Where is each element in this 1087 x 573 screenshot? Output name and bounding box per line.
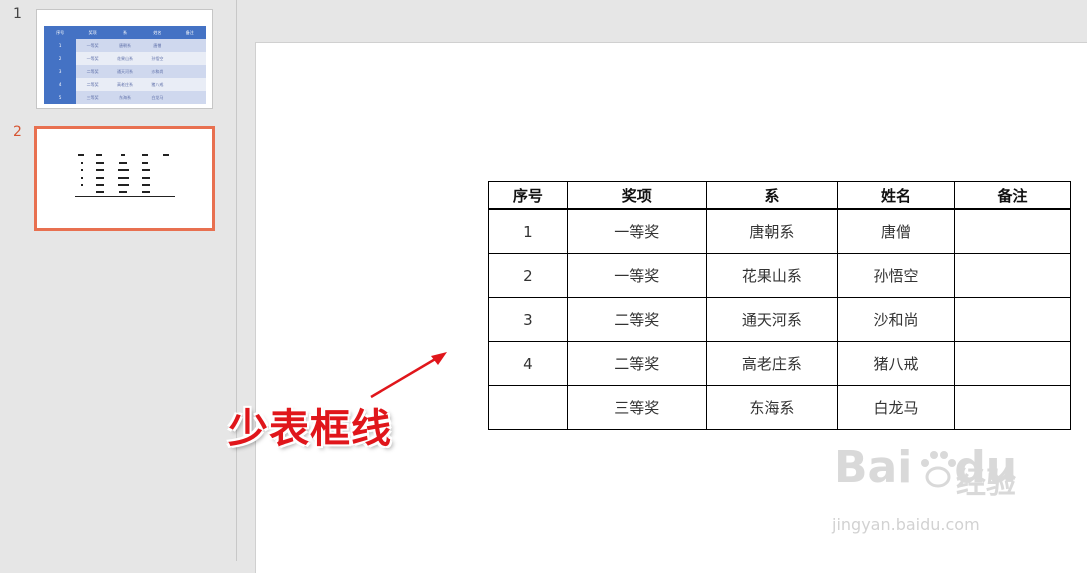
table-cell[interactable]: 2 xyxy=(488,253,568,298)
mini-cell xyxy=(173,52,206,65)
table-cell[interactable]: 花果山系 xyxy=(705,253,838,298)
mini-table: 序号 奖项 系 姓名 备注 1 一等奖 唐朝系 唐僧 2 一等奖 花果山系 孙悟… xyxy=(44,26,206,104)
table-cell[interactable]: 二等奖 xyxy=(566,297,707,342)
table-header-row: 序号 奖项 系 姓名 备注 xyxy=(488,181,1072,210)
slide-number-1: 1 xyxy=(13,6,22,22)
mini-cell: 三等奖 xyxy=(76,91,109,104)
mini-cell: 东海系 xyxy=(108,91,142,104)
table-cell[interactable]: 一等奖 xyxy=(566,253,707,298)
mini-header-cell: 姓名 xyxy=(141,26,174,39)
mini-cell: 3 xyxy=(44,65,77,78)
mini-cell: 沙和尚 xyxy=(141,65,174,78)
mini-cell: 二等奖 xyxy=(76,65,109,78)
table-cell[interactable]: 通天河系 xyxy=(705,297,838,342)
table-row: 3 二等奖 通天河系 沙和尚 xyxy=(488,297,1072,342)
mini-header-cell: 奖项 xyxy=(76,26,109,39)
mini-cell: 一等奖 xyxy=(76,52,109,65)
slide-number-2: 2 xyxy=(13,124,22,140)
annotation-label: 少表框线 xyxy=(228,406,392,452)
header-dept[interactable]: 系 xyxy=(705,181,838,210)
table-row: 三等奖 东海系 白龙马 xyxy=(488,385,1072,430)
mini-cell: 二等奖 xyxy=(76,78,109,91)
paw-icon xyxy=(921,451,956,488)
mini-header-cell: 备注 xyxy=(173,26,206,39)
mini-cell: 唐僧 xyxy=(141,39,174,52)
awards-table[interactable]: 序号 奖项 系 姓名 备注 1 一等奖 唐朝系 唐僧 2 一等奖 花果山系 孙悟… xyxy=(488,181,1072,430)
watermark-cn: 经验 xyxy=(956,466,1016,501)
mini-cell: 2 xyxy=(44,52,77,65)
mini-cell: 4 xyxy=(44,78,77,91)
mini-header-cell: 系 xyxy=(108,26,142,39)
mini-cell: 1 xyxy=(44,39,77,52)
mini-cell: 唐朝系 xyxy=(108,39,142,52)
table-row: 2 一等奖 花果山系 孙悟空 xyxy=(488,253,1072,298)
mini-cell: 猪八戒 xyxy=(141,78,174,91)
mini-cell xyxy=(173,39,206,52)
table-cell[interactable] xyxy=(488,385,568,430)
header-name[interactable]: 姓名 xyxy=(836,181,955,210)
mini-cell xyxy=(173,65,206,78)
table-cell[interactable]: 唐朝系 xyxy=(705,208,838,254)
table-cell[interactable]: 高老庄系 xyxy=(705,341,838,386)
table-cell[interactable]: 孙悟空 xyxy=(836,253,955,298)
mini-cell xyxy=(173,78,206,91)
table-row: 4 二等奖 高老庄系 猪八戒 xyxy=(488,341,1072,386)
mini-cell: 孙悟空 xyxy=(141,52,174,65)
table-cell[interactable]: 沙和尚 xyxy=(836,297,955,342)
mini-cell: 通天河系 xyxy=(108,65,142,78)
annotation-arrow-icon xyxy=(370,352,447,399)
table-cell[interactable]: 猪八戒 xyxy=(836,341,955,386)
watermark-url: jingyan.baidu.com xyxy=(832,515,980,534)
slide-thumbnail-1[interactable]: 序号 奖项 系 姓名 备注 1 一等奖 唐朝系 唐僧 2 一等奖 花果山系 孙悟… xyxy=(36,9,213,109)
mini-cell: 5 xyxy=(44,91,77,104)
table-cell[interactable]: 东海系 xyxy=(705,385,838,430)
mini-cell xyxy=(173,91,206,104)
table-cell[interactable]: 白龙马 xyxy=(836,385,955,430)
table-cell[interactable] xyxy=(953,253,1072,298)
table-cell[interactable] xyxy=(953,341,1072,386)
table-cell[interactable]: 3 xyxy=(488,297,568,342)
table-cell[interactable] xyxy=(953,385,1072,430)
table-cell[interactable]: 二等奖 xyxy=(566,341,707,386)
mini-table-preview xyxy=(75,151,175,201)
table-row: 1 一等奖 唐朝系 唐僧 xyxy=(488,208,1072,254)
table-cell[interactable]: 三等奖 xyxy=(566,385,707,430)
mini-header-cell: 序号 xyxy=(44,26,77,39)
mini-cell: 一等奖 xyxy=(76,39,109,52)
slide-thumbnail-2[interactable] xyxy=(34,126,215,231)
table-cell[interactable]: 1 xyxy=(488,208,568,254)
table-cell[interactable] xyxy=(953,297,1072,342)
mini-cell: 高老庄系 xyxy=(108,78,142,91)
mini-cell: 白龙马 xyxy=(141,91,174,104)
table-cell[interactable] xyxy=(953,208,1072,254)
table-cell[interactable]: 4 xyxy=(488,341,568,386)
header-remark[interactable]: 备注 xyxy=(953,181,1072,210)
table-cell[interactable]: 一等奖 xyxy=(566,208,707,254)
baidu-watermark: Bai du 经验 jingyan.baidu.com xyxy=(828,440,1038,540)
mini-cell: 花果山系 xyxy=(108,52,142,65)
slide-thumbnail-panel: 1 序号 奖项 系 姓名 备注 1 一等奖 唐朝系 唐僧 2 一等奖 花果山系 … xyxy=(0,0,237,561)
header-award[interactable]: 奖项 xyxy=(566,181,707,210)
table-cell[interactable]: 唐僧 xyxy=(836,208,955,254)
header-seq[interactable]: 序号 xyxy=(488,181,568,210)
